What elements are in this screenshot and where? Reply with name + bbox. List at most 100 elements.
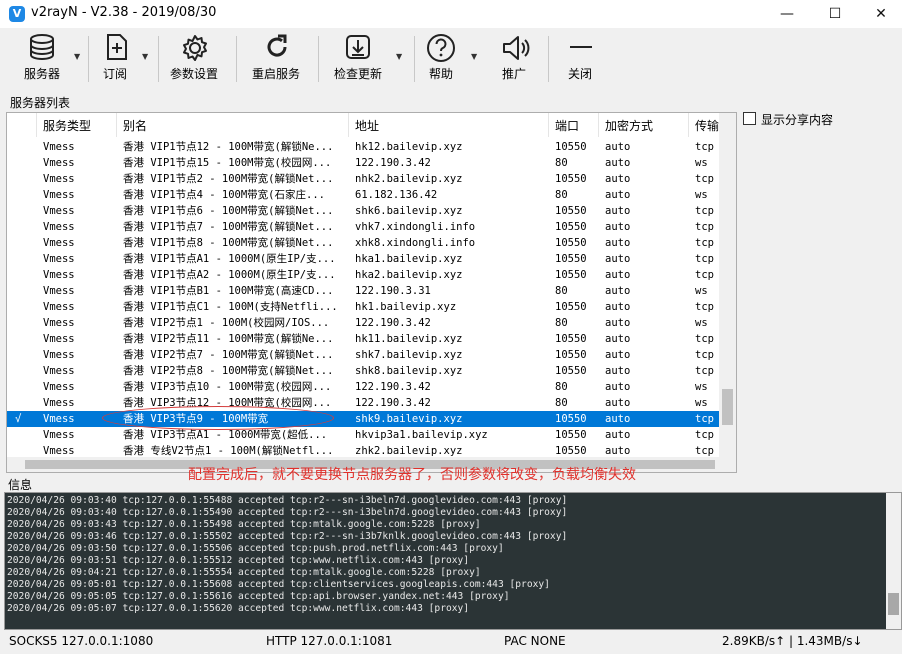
log-scrollbar[interactable]	[886, 493, 901, 629]
cell-port: 80	[555, 397, 568, 409]
cell-enc: auto	[605, 381, 631, 393]
cell-alias: 香港 VIP1节点A2 - 1000M(原生IP/支...	[123, 269, 336, 281]
cell-port: 80	[555, 285, 568, 297]
cell-type: Vmess	[43, 157, 75, 169]
speed-status: 2.89KB/s↑ | 1.43MB/s↓	[722, 634, 863, 648]
scrollbar-thumb[interactable]	[888, 593, 899, 615]
add-subscription-icon	[107, 34, 127, 60]
cell-enc: auto	[605, 301, 631, 313]
cell-addr: hka1.bailevip.xyz	[355, 253, 463, 265]
log-line: 2020/04/26 09:03:40 tcp:127.0.0.1:55490 …	[7, 507, 568, 518]
minus-icon	[570, 46, 592, 48]
table-row[interactable]: Vmess 香港 VIP3节点12 - 100M带宽(校园网... 122.190.…	[7, 395, 724, 411]
scrollbar-thumb[interactable]	[722, 389, 733, 425]
cell-enc: auto	[605, 253, 631, 265]
cell-enc: auto	[605, 221, 631, 233]
server-list-label: 服务器列表	[10, 96, 71, 110]
v2rayn-logo-icon: V	[9, 6, 25, 22]
log-lines: 2020/04/26 09:03:40 tcp:127.0.0.1:55488 …	[7, 495, 567, 615]
promote-button[interactable]: 推广	[492, 28, 540, 90]
cell-type: Vmess	[43, 221, 75, 233]
log-line: 2020/04/26 09:03:46 tcp:127.0.0.1:55502 …	[7, 531, 568, 542]
table-row[interactable]: Vmess 香港 VIP1节点12 - 100M带宽(解锁Ne... hk12.ba…	[7, 139, 724, 155]
table-row[interactable]: Vmess 香港 VIP2节点7 - 100M带宽(解锁Net... shk7.ba…	[7, 347, 724, 363]
check-update-button[interactable]: ▼ 检查更新	[328, 28, 408, 90]
cell-alias: 香港 VIP1节点A1 - 1000M(原生IP/支...	[123, 253, 336, 265]
cell-alias: 香港 VIP1节点2 - 100M带宽(解锁Net...	[123, 173, 334, 185]
table-row[interactable]: Vmess 香港 VIP2节点8 - 100M带宽(解锁Net... shk8.ba…	[7, 363, 724, 379]
cell-port: 10550	[555, 413, 587, 425]
table-row[interactable]: Vmess 香港 VIP1节点A2 - 1000M(原生IP/支... hka2.b…	[7, 267, 724, 283]
cell-type: Vmess	[43, 205, 75, 217]
cell-alias: 香港 VIP1节点7 - 100M带宽(解锁Net...	[123, 221, 334, 233]
table-row[interactable]: Vmess 香港 VIP2节点11 - 100M带宽(解锁Ne... hk11.ba…	[7, 331, 724, 347]
cell-addr: shk9.bailevip.xyz	[355, 413, 463, 425]
http-status: HTTP 127.0.0.1:1081	[266, 634, 393, 648]
cell-addr: 61.182.136.42	[355, 189, 438, 201]
help-icon	[427, 34, 455, 62]
refresh-icon	[267, 34, 287, 57]
cell-addr: hk1.bailevip.xyz	[355, 301, 457, 313]
log-line: 2020/04/26 09:04:21 tcp:127.0.0.1:55554 …	[7, 567, 481, 578]
cell-enc: auto	[605, 365, 631, 377]
column-header-type[interactable]: 服务类型	[37, 113, 117, 137]
log-line: 2020/04/26 09:03:51 tcp:127.0.0.1:55512 …	[7, 555, 470, 566]
cell-check: √	[15, 413, 22, 425]
cell-port: 10550	[555, 221, 587, 233]
close-window-button[interactable]: ✕	[858, 0, 902, 28]
cell-type: Vmess	[43, 253, 75, 265]
cell-type: Vmess	[43, 429, 75, 441]
close-label: 关闭	[568, 67, 593, 81]
table-row[interactable]: Vmess 香港 VIP1节点15 - 100M带宽(校园网... 122.190.…	[7, 155, 724, 171]
table-row[interactable]: Vmess 香港 VIP3节点10 - 100M带宽(校园网... 122.190.…	[7, 379, 724, 395]
cell-alias: 香港 VIP2节点11 - 100M带宽(解锁Ne...	[123, 333, 334, 345]
cell-port: 10550	[555, 173, 587, 185]
cell-type: Vmess	[43, 237, 75, 249]
log-panel[interactable]: 2020/04/26 09:03:40 tcp:127.0.0.1:55488 …	[4, 492, 902, 630]
table-row[interactable]: Vmess 香港 VIP1节点7 - 100M带宽(解锁Net... vhk7.xi…	[7, 219, 724, 235]
title-bar: V v2rayN - V2.38 - 2019/08/30 — ☐ ✕	[0, 0, 902, 28]
cell-addr: vhk7.xindongli.info	[355, 221, 476, 233]
column-header-check[interactable]	[7, 113, 37, 137]
column-header-encryption[interactable]: 加密方式	[599, 113, 689, 137]
log-line: 2020/04/26 09:03:40 tcp:127.0.0.1:55488 …	[7, 495, 568, 506]
column-header-address[interactable]: 地址	[349, 113, 549, 137]
cell-alias: 香港 VIP2节点1 - 100M(校园网/IOS...	[123, 317, 330, 329]
table-row[interactable]: Vmess 香港 VIP1节点B1 - 100M带宽(高速CD... 122.190…	[7, 283, 724, 299]
cell-enc: auto	[605, 349, 631, 361]
vertical-scrollbar[interactable]	[719, 113, 736, 458]
annotation-text: 配置完成后，就不要更换节点服务器了，否则参数将改变，负载均衡失效	[188, 467, 636, 483]
settings-button[interactable]: 参数设置	[166, 28, 226, 90]
column-header-port[interactable]: 端口	[549, 113, 599, 137]
cell-alias: 香港 VIP1节点15 - 100M带宽(校园网...	[123, 157, 332, 169]
cell-addr: hka2.bailevip.xyz	[355, 269, 463, 281]
cell-addr: 122.190.3.42	[355, 397, 431, 409]
table-row[interactable]: Vmess 香港 VIP3节点A1 - 1000M带宽(超低... hkvip3a1…	[7, 427, 724, 443]
cell-addr: hk11.bailevip.xyz	[355, 333, 463, 345]
subscribe-button[interactable]: ▼ 订阅	[96, 28, 154, 90]
table-row[interactable]: Vmess 香港 VIP2节点1 - 100M(校园网/IOS... 122.190…	[7, 315, 724, 331]
close-button[interactable]: 关闭	[560, 28, 604, 90]
highlight-ellipse	[102, 406, 334, 430]
table-row[interactable]: Vmess 香港 VIP1节点4 - 100M带宽(石家庄... 61.182.13…	[7, 187, 724, 203]
minimize-button[interactable]: —	[764, 0, 810, 28]
column-header-alias[interactable]: 别名	[117, 113, 349, 137]
servers-button[interactable]: ▼ 服务器	[16, 28, 86, 90]
help-button[interactable]: ▼ 帮助	[420, 28, 482, 90]
settings-label: 参数设置	[170, 67, 219, 81]
table-row[interactable]: Vmess 香港 VIP1节点6 - 100M带宽(解锁Net... shk6.ba…	[7, 203, 724, 219]
share-content-checkbox[interactable]	[743, 112, 756, 125]
status-bar: SOCKS5 127.0.0.1:1080 HTTP 127.0.0.1:108…	[0, 630, 902, 654]
table-row[interactable]: Vmess 香港 VIP1节点C1 - 100M(支持Netfli... hk1.b…	[7, 299, 724, 315]
table-header: 服务类型 别名 地址 端口 加密方式 传输协	[7, 113, 724, 137]
table-row[interactable]: Vmess 香港 VIP1节点A1 - 1000M(原生IP/支... hka1.b…	[7, 251, 724, 267]
restart-service-button[interactable]: 重启服务	[246, 28, 308, 90]
cell-enc: auto	[605, 205, 631, 217]
table-row[interactable]: Vmess 香港 VIP1节点8 - 100M带宽(解锁Net... xhk8.xi…	[7, 235, 724, 251]
cell-type: Vmess	[43, 317, 75, 329]
speaker-icon	[503, 36, 530, 60]
cell-port: 10550	[555, 141, 587, 153]
maximize-button[interactable]: ☐	[812, 0, 858, 28]
table-row[interactable]: Vmess 香港 VIP1节点2 - 100M带宽(解锁Net... nhk2.ba…	[7, 171, 724, 187]
cell-type: Vmess	[43, 189, 75, 201]
